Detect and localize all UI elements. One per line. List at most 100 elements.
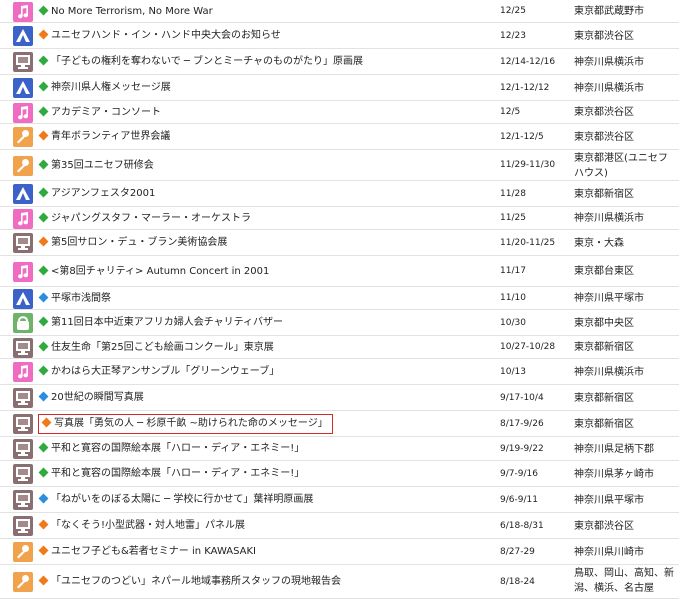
diamond-bullet-icon: [38, 316, 49, 327]
event-place: 東京都港区(ユニセフハウス): [574, 153, 668, 179]
event-title-link[interactable]: <第8回チャリティ> Autumn Concert in 2001: [38, 265, 269, 279]
event-title-text: ジャパングスタフ・マーラー・オーケストラ: [51, 213, 251, 224]
screen-icon: [13, 516, 33, 536]
event-date: 12/1-12/12: [500, 83, 550, 93]
event-date: 11/25: [500, 213, 526, 223]
event-date: 9/17-10/4: [500, 393, 544, 403]
event-date: 10/30: [500, 318, 526, 328]
event-title-link[interactable]: 平塚市浅間祭: [38, 292, 111, 306]
event-title-link[interactable]: 「ユニセフのつどい」ネパール地域事務所スタッフの現地報告会: [38, 575, 341, 589]
music-note-icon: [13, 362, 33, 382]
music-note-icon: [13, 209, 33, 229]
event-title-text: 「ユニセフのつどい」ネパール地域事務所スタッフの現地報告会: [51, 576, 341, 587]
event-title-link[interactable]: かわはら大正琴アンサンブル「グリーンウェーブ」: [38, 365, 279, 379]
diamond-bullet-icon: [38, 265, 49, 276]
event-place: 東京都新宿区: [574, 419, 634, 430]
diamond-bullet-icon: [38, 519, 49, 530]
event-title-text: 青年ボランティア世界会議: [51, 131, 171, 142]
event-date: 9/7-9/16: [500, 469, 538, 479]
event-title-link[interactable]: 青年ボランティア世界会議: [38, 130, 170, 144]
event-title-text: 神奈川県人権メッセージ展: [51, 82, 171, 93]
event-title-link[interactable]: 平和と寛容の国際絵本展「ハロー・ディア・エネミー!」: [38, 467, 304, 481]
event-date: 12/23: [500, 31, 526, 41]
event-list: No More Terrorism, No More War 12/25 東京都武蔵…: [0, 0, 679, 599]
diamond-bullet-icon: [38, 442, 49, 453]
event-title-link[interactable]: 第5回サロン・デュ・ブラン美術協会展: [38, 236, 227, 250]
event-title-text: 「子どもの権利を奪わないで ─ ブンとミーチャのものがたり」原画展: [51, 56, 363, 67]
diamond-bullet-icon: [38, 130, 49, 141]
event-title-link[interactable]: 住友生命「第25回こども絵画コンクール」東京展: [38, 341, 274, 355]
diamond-bullet-icon: [38, 5, 49, 16]
event-row: 青年ボランティア世界会議 12/1-12/5 東京都渋谷区: [0, 124, 679, 150]
event-title-text: ユニセフハンド・イン・ハンド中央大会のお知らせ: [51, 30, 281, 41]
event-title-link[interactable]: No More Terrorism, No More War: [38, 5, 213, 19]
microphone-icon: [13, 127, 33, 147]
event-title-text: No More Terrorism, No More War: [51, 6, 213, 17]
screen-icon: [13, 490, 33, 510]
event-place: 東京都新宿区: [574, 189, 634, 200]
event-date: 10/13: [500, 367, 526, 377]
event-title-link[interactable]: アカデミア・コンソート: [38, 106, 161, 120]
event-title-link[interactable]: 写真展「勇気の人 ─ 杉原千畝 ~助けられた命のメッセージ」: [38, 414, 333, 434]
event-title-link[interactable]: 「なくそう!小型武器・対人地雷」パネル展: [38, 519, 245, 533]
event-place: 東京都新宿区: [574, 342, 634, 353]
event-place: 神奈川県横浜市: [574, 57, 644, 68]
microphone-icon: [13, 156, 33, 176]
event-place: 鳥取、岡山、高知、新潟、横浜、名古屋: [574, 568, 674, 594]
event-date: 8/17-9/26: [500, 419, 544, 429]
diamond-bullet-icon: [38, 212, 49, 223]
event-date: 12/14-12/16: [500, 57, 556, 67]
event-title-link[interactable]: 第11回日本中近東アフリカ婦人会チャリティバザー: [38, 316, 283, 330]
event-date: 10/27-10/28: [500, 342, 556, 352]
event-place: 神奈川県川崎市: [574, 547, 644, 558]
event-date: 11/29-11/30: [500, 160, 556, 170]
screen-icon: [13, 439, 33, 459]
event-title-link[interactable]: 「子どもの権利を奪わないで ─ ブンとミーチャのものがたり」原画展: [38, 55, 363, 69]
event-place: 東京都渋谷区: [574, 132, 634, 143]
event-row: 平塚市浅間祭 11/10 神奈川県平塚市: [0, 287, 679, 310]
event-title-text: かわはら大正琴アンサンブル「グリーンウェーブ」: [51, 366, 280, 377]
event-date: 8/18-24: [500, 577, 535, 587]
screen-icon: [13, 52, 33, 72]
event-date: 11/20-11/25: [500, 238, 556, 248]
event-title-text: 第35回ユニセフ研修会: [51, 160, 154, 171]
event-title-link[interactable]: 平和と寛容の国際絵本展「ハロー・ディア・エネミー!」: [38, 442, 304, 456]
event-row: 「ユニセフのつどい」ネパール地域事務所スタッフの現地報告会 8/18-24 鳥取、岡…: [0, 565, 679, 599]
event-title-link[interactable]: 第35回ユニセフ研修会: [38, 159, 154, 173]
event-place: 東京都武蔵野市: [574, 6, 644, 17]
event-row: 写真展「勇気の人 ─ 杉原千畝 ~助けられた命のメッセージ」 8/17-9/26 東…: [0, 411, 679, 437]
event-row: No More Terrorism, No More War 12/25 東京都武蔵…: [0, 0, 679, 23]
diamond-bullet-icon: [38, 467, 49, 478]
event-title-link[interactable]: 20世紀の瞬間写真展: [38, 391, 144, 405]
event-place: 神奈川県足柄下郡: [574, 444, 654, 455]
event-place: 東京・大森: [574, 238, 624, 249]
screen-icon: [13, 338, 33, 358]
diamond-bullet-icon: [38, 159, 49, 170]
event-row: ユニセフハンド・イン・ハンド中央大会のお知らせ 12/23 東京都渋谷区: [0, 23, 679, 49]
event-title-link[interactable]: ジャパングスタフ・マーラー・オーケストラ: [38, 212, 251, 226]
diamond-bullet-icon: [41, 417, 52, 428]
event-place: 神奈川県茅ヶ崎市: [574, 469, 654, 480]
event-row: 平和と寛容の国際絵本展「ハロー・ディア・エネミー!」 9/7-9/16 神奈川県茅ヶ…: [0, 461, 679, 487]
event-date: 12/25: [500, 6, 526, 16]
event-title-link[interactable]: 神奈川県人権メッセージ展: [38, 81, 171, 95]
event-row: 20世紀の瞬間写真展 9/17-10/4 東京都新宿区: [0, 385, 679, 411]
event-row: アジアンフェスタ2001 11/28 東京都新宿区: [0, 181, 679, 207]
event-place: 東京都中央区: [574, 318, 634, 329]
event-title-link[interactable]: ユニセフハンド・イン・ハンド中央大会のお知らせ: [38, 29, 281, 43]
event-title-link[interactable]: アジアンフェスタ2001: [38, 187, 155, 201]
event-title-link[interactable]: 「ねがいをのぼる太陽に ─ 学校に行かせて」葉祥明原画展: [38, 493, 313, 507]
screen-icon: [13, 414, 33, 434]
screen-icon: [13, 233, 33, 253]
event-row: 第5回サロン・デュ・ブラン美術協会展 11/20-11/25 東京・大森: [0, 230, 679, 256]
event-title-link[interactable]: ユニセフ子ども&若者セミナー in KAWASAKI: [38, 545, 256, 559]
screen-icon: [13, 464, 33, 484]
event-title-text: ユニセフ子ども&若者セミナー in KAWASAKI: [51, 546, 257, 557]
event-date: 8/27-29: [500, 547, 535, 557]
event-date: 11/17: [500, 266, 526, 276]
event-place: 神奈川県横浜市: [574, 213, 644, 224]
event-title-text: アカデミア・コンソート: [51, 107, 161, 118]
event-title-text: 第11回日本中近東アフリカ婦人会チャリティバザー: [51, 317, 284, 328]
tent-icon: [13, 78, 33, 98]
event-row: 「なくそう!小型武器・対人地雷」パネル展 6/18-8/31 東京都渋谷区: [0, 513, 679, 539]
